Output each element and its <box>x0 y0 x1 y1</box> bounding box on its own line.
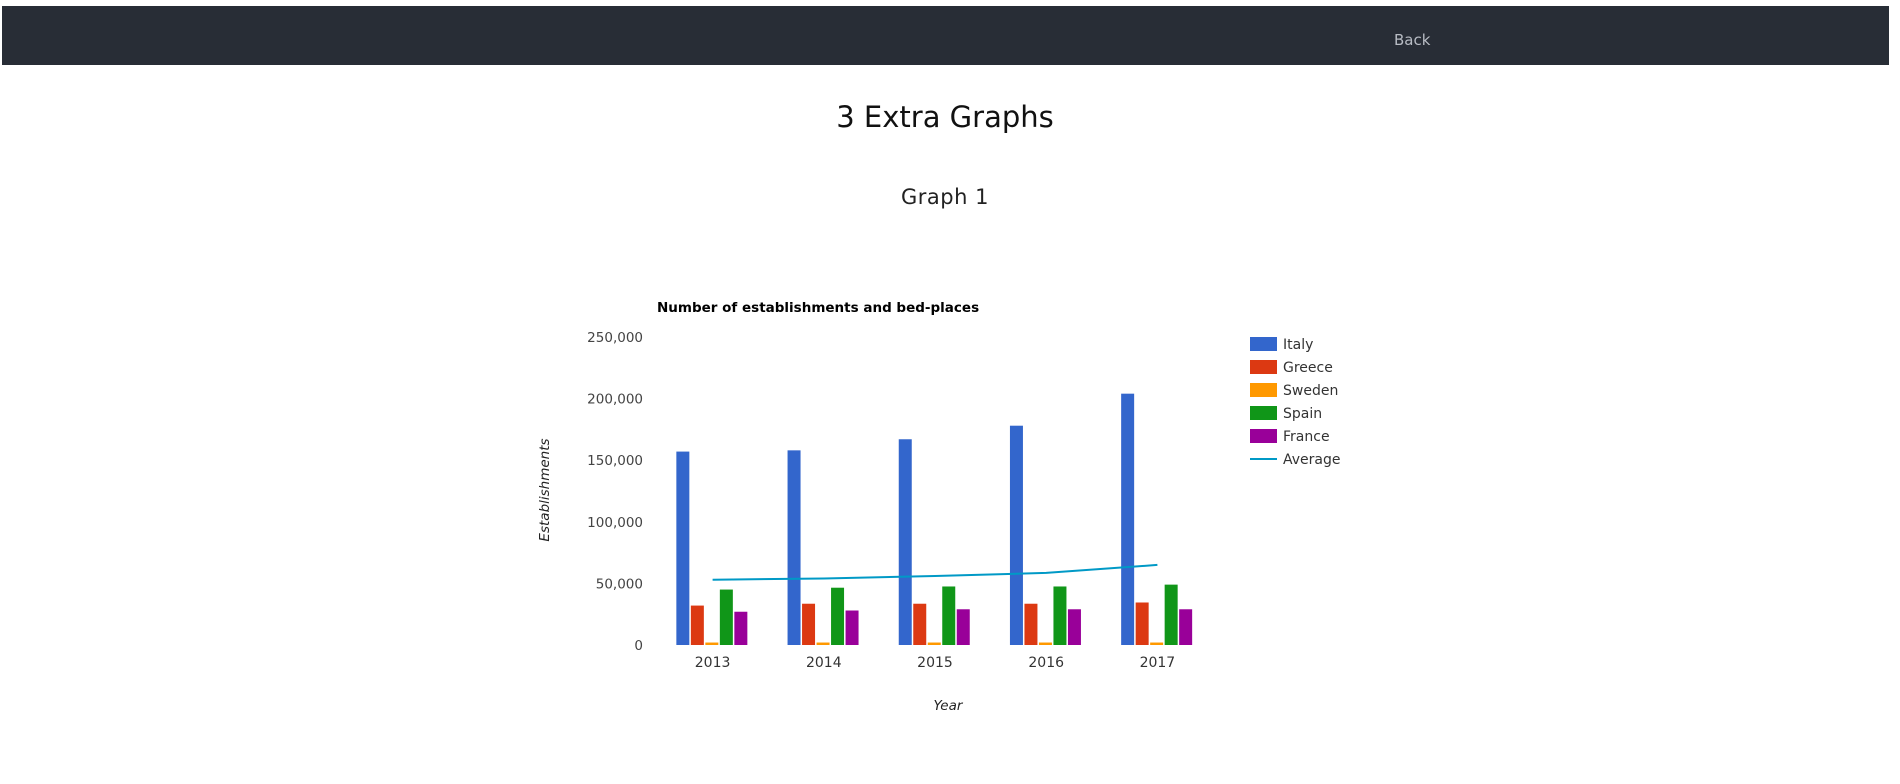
bar-spain-2013 <box>719 589 733 645</box>
legend-label: Average <box>1283 452 1341 468</box>
bar-series <box>676 393 1193 645</box>
y-axis-label: Establishments <box>537 438 553 541</box>
bar-spain-2014 <box>831 587 845 645</box>
x-axis-label: Year <box>934 698 964 714</box>
legend-label: Sweden <box>1283 383 1338 399</box>
bar-italy-2014 <box>787 450 801 645</box>
legend-swatch-greece <box>1250 360 1277 374</box>
bar-sweden-2014 <box>816 642 830 645</box>
x-tick-label: 2017 <box>1140 655 1176 671</box>
chart-title: Number of establishments and bed-places <box>657 300 979 316</box>
bar-greece-2017 <box>1135 602 1149 645</box>
bar-france-2013 <box>734 611 748 645</box>
bar-france-2016 <box>1067 609 1081 645</box>
bar-italy-2017 <box>1121 393 1135 645</box>
y-tick-label: 200,000 <box>587 392 643 408</box>
legend-label: Italy <box>1283 337 1313 353</box>
y-tick-label: 50,000 <box>596 576 643 592</box>
legend-label: France <box>1283 429 1330 445</box>
bar-greece-2014 <box>802 603 816 645</box>
bar-france-2015 <box>956 609 970 645</box>
bar-chart: Number of establishments and bed-places … <box>537 300 1341 714</box>
average-line <box>712 563 1158 581</box>
bar-spain-2016 <box>1053 586 1067 645</box>
legend-swatch-sweden <box>1250 383 1277 397</box>
x-tick-label: 2013 <box>695 655 731 671</box>
bar-sweden-2013 <box>705 642 719 645</box>
legend-swatch-italy <box>1250 337 1277 351</box>
average-line-series <box>712 563 1158 581</box>
x-axis-ticks: 2013 2014 2015 2016 2017 <box>695 655 1175 671</box>
bar-sweden-2017 <box>1150 642 1164 645</box>
x-tick-label: 2015 <box>917 655 953 671</box>
x-tick-label: 2014 <box>806 655 842 671</box>
bar-france-2017 <box>1179 609 1193 645</box>
legend-label: Greece <box>1283 360 1333 376</box>
bar-italy-2015 <box>898 439 912 645</box>
y-tick-label: 150,000 <box>587 453 643 469</box>
x-tick-label: 2016 <box>1028 655 1064 671</box>
legend-swatch-france <box>1250 429 1277 443</box>
chart-legend: Italy Greece Sweden Spain France Average <box>1250 337 1341 468</box>
bar-greece-2015 <box>913 603 927 645</box>
legend-label: Spain <box>1283 406 1322 422</box>
bar-greece-2013 <box>690 605 704 645</box>
y-tick-label: 250,000 <box>587 330 643 346</box>
bar-italy-2016 <box>1009 425 1023 645</box>
bar-greece-2016 <box>1024 603 1038 645</box>
bar-sweden-2016 <box>1038 642 1052 645</box>
bar-italy-2013 <box>676 451 690 645</box>
chart-container: Number of establishments and bed-places … <box>0 0 1900 780</box>
y-tick-label: 100,000 <box>587 515 643 531</box>
bar-sweden-2015 <box>927 642 941 645</box>
bar-spain-2017 <box>1164 584 1178 645</box>
y-tick-label: 0 <box>634 638 643 654</box>
bar-spain-2015 <box>942 586 956 645</box>
legend-swatch-spain <box>1250 406 1277 420</box>
y-axis-ticks: 0 50,000 100,000 150,000 200,000 250,000 <box>587 330 643 654</box>
bar-france-2014 <box>845 610 859 645</box>
